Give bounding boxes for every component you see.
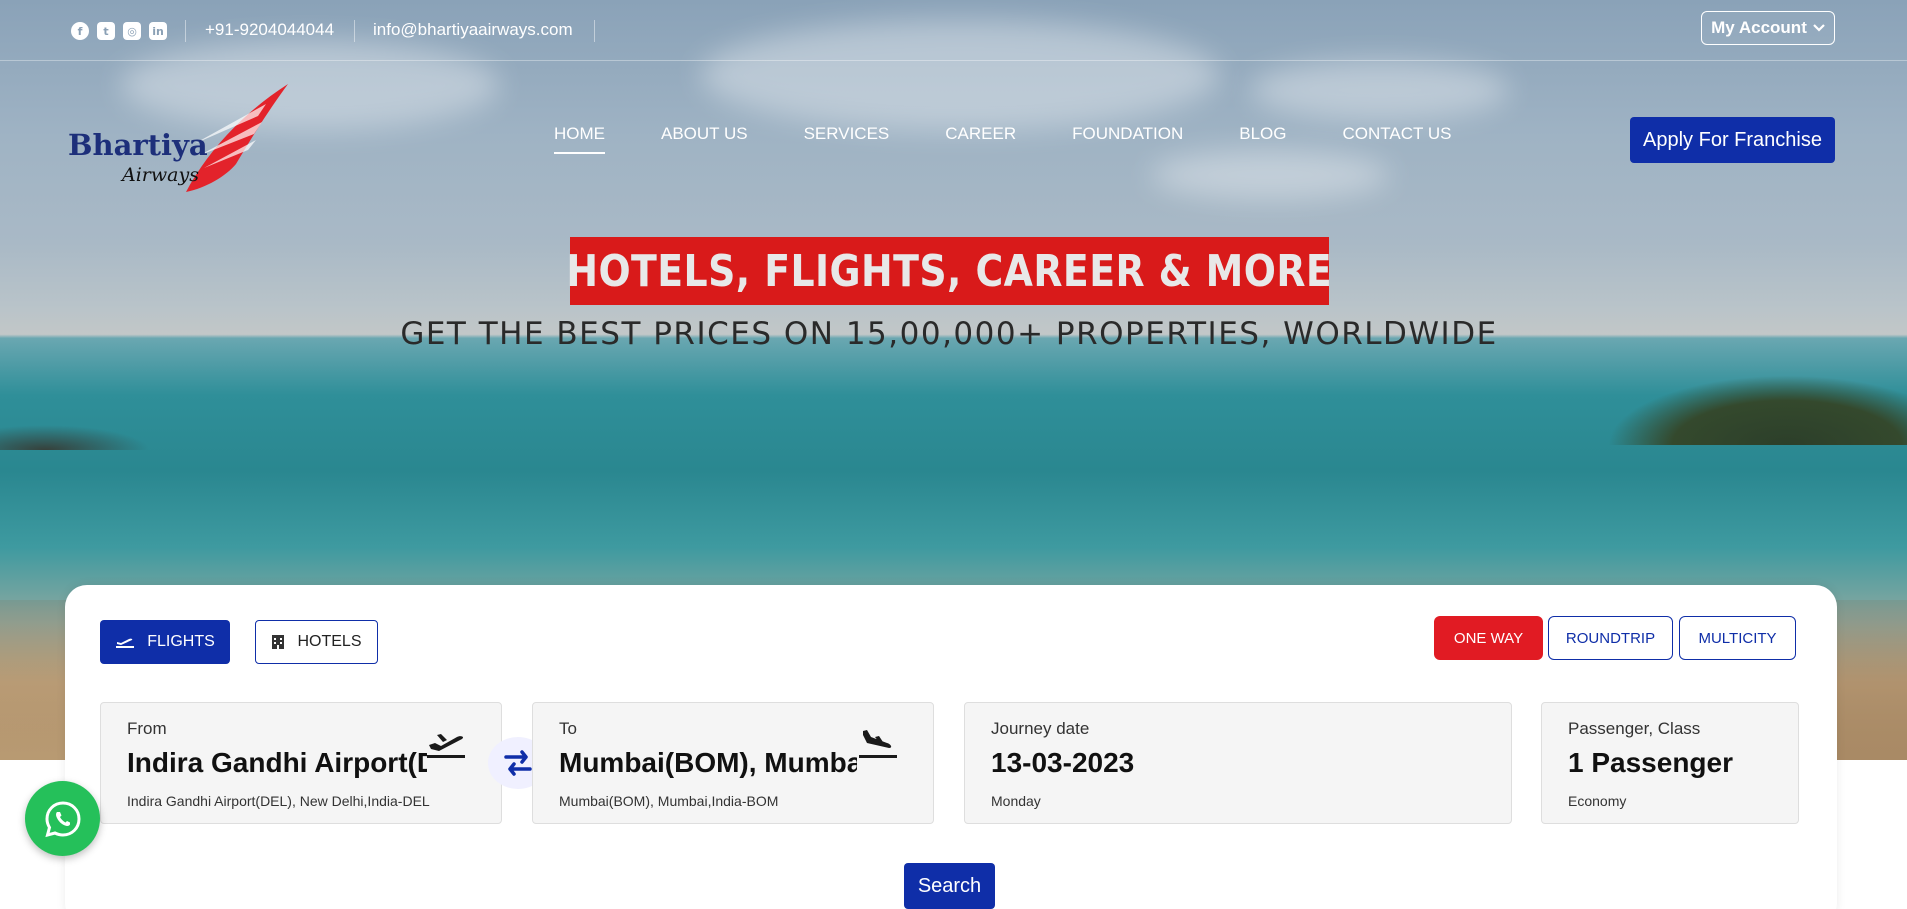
from-sub: Indira Gandhi Airport(DEL), New Delhi,In… bbox=[127, 793, 430, 809]
nav-item-contact-us[interactable]: CONTACT US bbox=[1343, 124, 1452, 154]
tab-flights-label: FLIGHTS bbox=[147, 633, 215, 650]
cloud bbox=[1250, 60, 1510, 120]
nav-item-career[interactable]: CAREER bbox=[945, 124, 1016, 154]
logo[interactable]: Bhartiya Airways bbox=[66, 84, 291, 194]
from-value: Indira Gandhi Airport(DEL) bbox=[127, 747, 427, 778]
apply-franchise-button[interactable]: Apply For Franchise bbox=[1630, 117, 1835, 163]
journey-date-label: Journey date bbox=[991, 719, 1090, 738]
plane-icon bbox=[116, 638, 135, 648]
from-label: From bbox=[127, 719, 167, 738]
whatsapp-chat-button[interactable] bbox=[25, 781, 100, 856]
whatsapp-icon bbox=[44, 800, 81, 837]
linkedin-icon[interactable]: in bbox=[149, 22, 167, 40]
nav-item-about-us[interactable]: ABOUT US bbox=[661, 124, 748, 154]
journey-date-value: 13-03-2023 bbox=[991, 747, 1135, 778]
my-account-label: My Account bbox=[1711, 18, 1807, 37]
to-sub: Mumbai(BOM), Mumbai,India-BOM bbox=[559, 793, 779, 809]
search-button[interactable]: Search bbox=[904, 863, 995, 909]
tab-hotels[interactable]: HOTELS bbox=[255, 620, 378, 664]
logo-subtitle: Airways bbox=[122, 164, 199, 186]
travel-class: Economy bbox=[1568, 793, 1627, 809]
headline: HOTELS, FLIGHTS, CAREER & MORE bbox=[566, 245, 1333, 297]
takeoff-icon bbox=[427, 734, 465, 758]
subheadline: GET THE BEST PRICES ON 15,00,000+ PROPER… bbox=[400, 316, 1498, 352]
to-field[interactable]: To Mumbai(BOM), Mumbai Mumbai(BOM), Mumb… bbox=[532, 702, 934, 824]
top-bar: f t ◎ in +91-9204044044 info@bhartiyaair… bbox=[0, 0, 1907, 61]
cloud bbox=[1150, 150, 1390, 200]
island bbox=[1607, 375, 1907, 445]
facebook-icon[interactable]: f bbox=[71, 22, 89, 40]
passenger-class-label: Passenger, Class bbox=[1568, 719, 1701, 738]
journey-day: Monday bbox=[991, 793, 1041, 809]
nav-item-foundation[interactable]: FOUNDATION bbox=[1072, 124, 1183, 154]
hotel-icon bbox=[272, 635, 285, 649]
swap-arrows-icon bbox=[504, 750, 532, 776]
island bbox=[0, 425, 150, 450]
divider bbox=[185, 20, 186, 42]
to-label: To bbox=[559, 719, 577, 738]
email-link[interactable]: info@bhartiyaairways.com bbox=[373, 20, 573, 40]
passenger-class-field[interactable]: Passenger, Class 1 Passenger Economy bbox=[1541, 702, 1799, 824]
chevron-down-icon bbox=[1813, 24, 1825, 32]
divider bbox=[354, 20, 355, 42]
roundtrip-button[interactable]: ROUNDTRIP bbox=[1548, 616, 1673, 660]
passenger-count: 1 Passenger bbox=[1568, 747, 1733, 778]
main-nav: HOME ABOUT US SERVICES CAREER FOUNDATION… bbox=[554, 124, 1507, 154]
tab-flights[interactable]: FLIGHTS bbox=[100, 620, 230, 664]
nav-item-blog[interactable]: BLOG bbox=[1239, 124, 1286, 154]
tab-hotels-label: HOTELS bbox=[297, 633, 362, 650]
instagram-icon[interactable]: ◎ bbox=[123, 22, 141, 40]
one-way-button[interactable]: ONE WAY bbox=[1434, 616, 1543, 660]
logo-wordmark: Bhartiya bbox=[68, 128, 208, 162]
from-field[interactable]: From Indira Gandhi Airport(DEL) Indira G… bbox=[100, 702, 502, 824]
journey-date-field[interactable]: Journey date 13-03-2023 Monday bbox=[964, 702, 1512, 824]
to-value: Mumbai(BOM), Mumbai bbox=[559, 747, 857, 778]
phone-link[interactable]: +91-9204044044 bbox=[205, 20, 334, 40]
landing-icon bbox=[859, 730, 897, 758]
multicity-button[interactable]: MULTICITY bbox=[1679, 616, 1796, 660]
nav-item-home[interactable]: HOME bbox=[554, 124, 605, 154]
divider bbox=[594, 20, 595, 42]
my-account-button[interactable]: My Account bbox=[1701, 11, 1835, 45]
nav-item-services[interactable]: SERVICES bbox=[804, 124, 890, 154]
headline-banner: HOTELS, FLIGHTS, CAREER & MORE bbox=[567, 237, 1332, 305]
twitter-icon[interactable]: t bbox=[97, 22, 115, 40]
social-links: f t ◎ in bbox=[71, 22, 167, 40]
